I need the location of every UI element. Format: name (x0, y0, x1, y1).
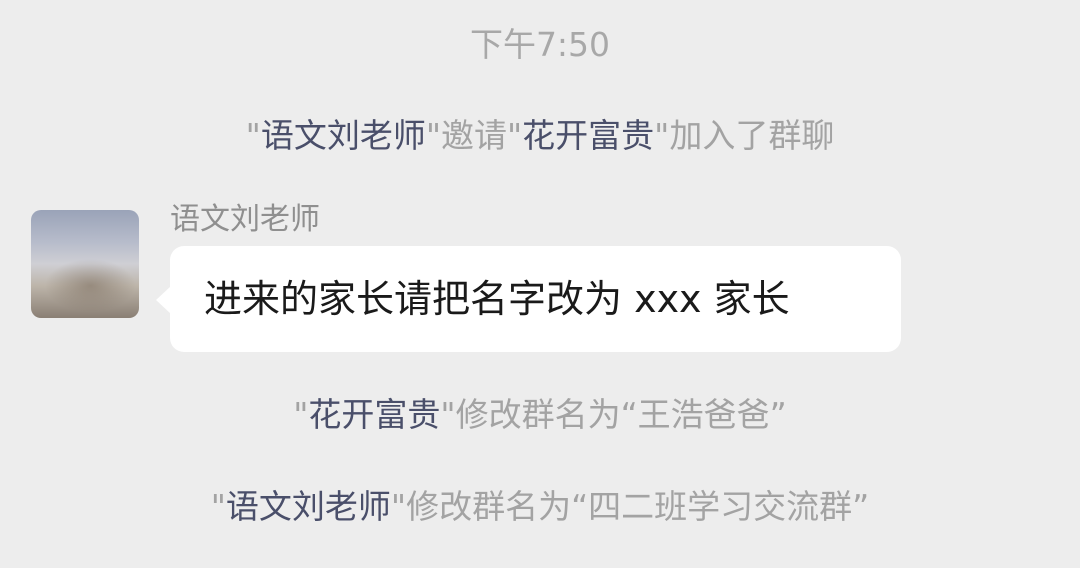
rename-text: "修改群名为“王浩爸爸” (440, 395, 787, 434)
system-message-rename: "花开富贵"修改群名为“王浩爸爸” (0, 392, 1080, 438)
system-message-rename-group: "语文刘老师"修改群名为“四二班学习交流群” (0, 484, 1080, 530)
quote-mark: " (293, 395, 309, 434)
message-text: 进来的家长请把名字改为 xxx 家长 (204, 277, 790, 321)
invitee-name-link[interactable]: 花开富贵 (522, 116, 654, 155)
joined-text: "加入了群聊 (654, 116, 835, 155)
invite-text: "邀请" (425, 116, 523, 155)
actor-name-link[interactable]: 语文刘老师 (226, 487, 391, 526)
avatar[interactable] (31, 210, 139, 318)
actor-name-link[interactable]: 花开富贵 (308, 395, 440, 434)
quote-mark: " (245, 116, 261, 155)
system-message-invite: "语文刘老师"邀请"花开富贵"加入了群聊 (0, 113, 1080, 159)
chat-window: 下午7:50 "语文刘老师"邀请"花开富贵"加入了群聊 语文刘老师 进来的家长请… (0, 0, 1080, 568)
rename-text: "修改群名为“四二班学习交流群” (390, 487, 870, 526)
message-bubble[interactable]: 进来的家长请把名字改为 xxx 家长 (156, 246, 901, 352)
quote-mark: " (210, 487, 226, 526)
message-timestamp: 下午7:50 (469, 25, 611, 64)
inviter-name-link[interactable]: 语文刘老师 (261, 116, 426, 155)
sender-name: 语文刘老师 (170, 202, 320, 237)
